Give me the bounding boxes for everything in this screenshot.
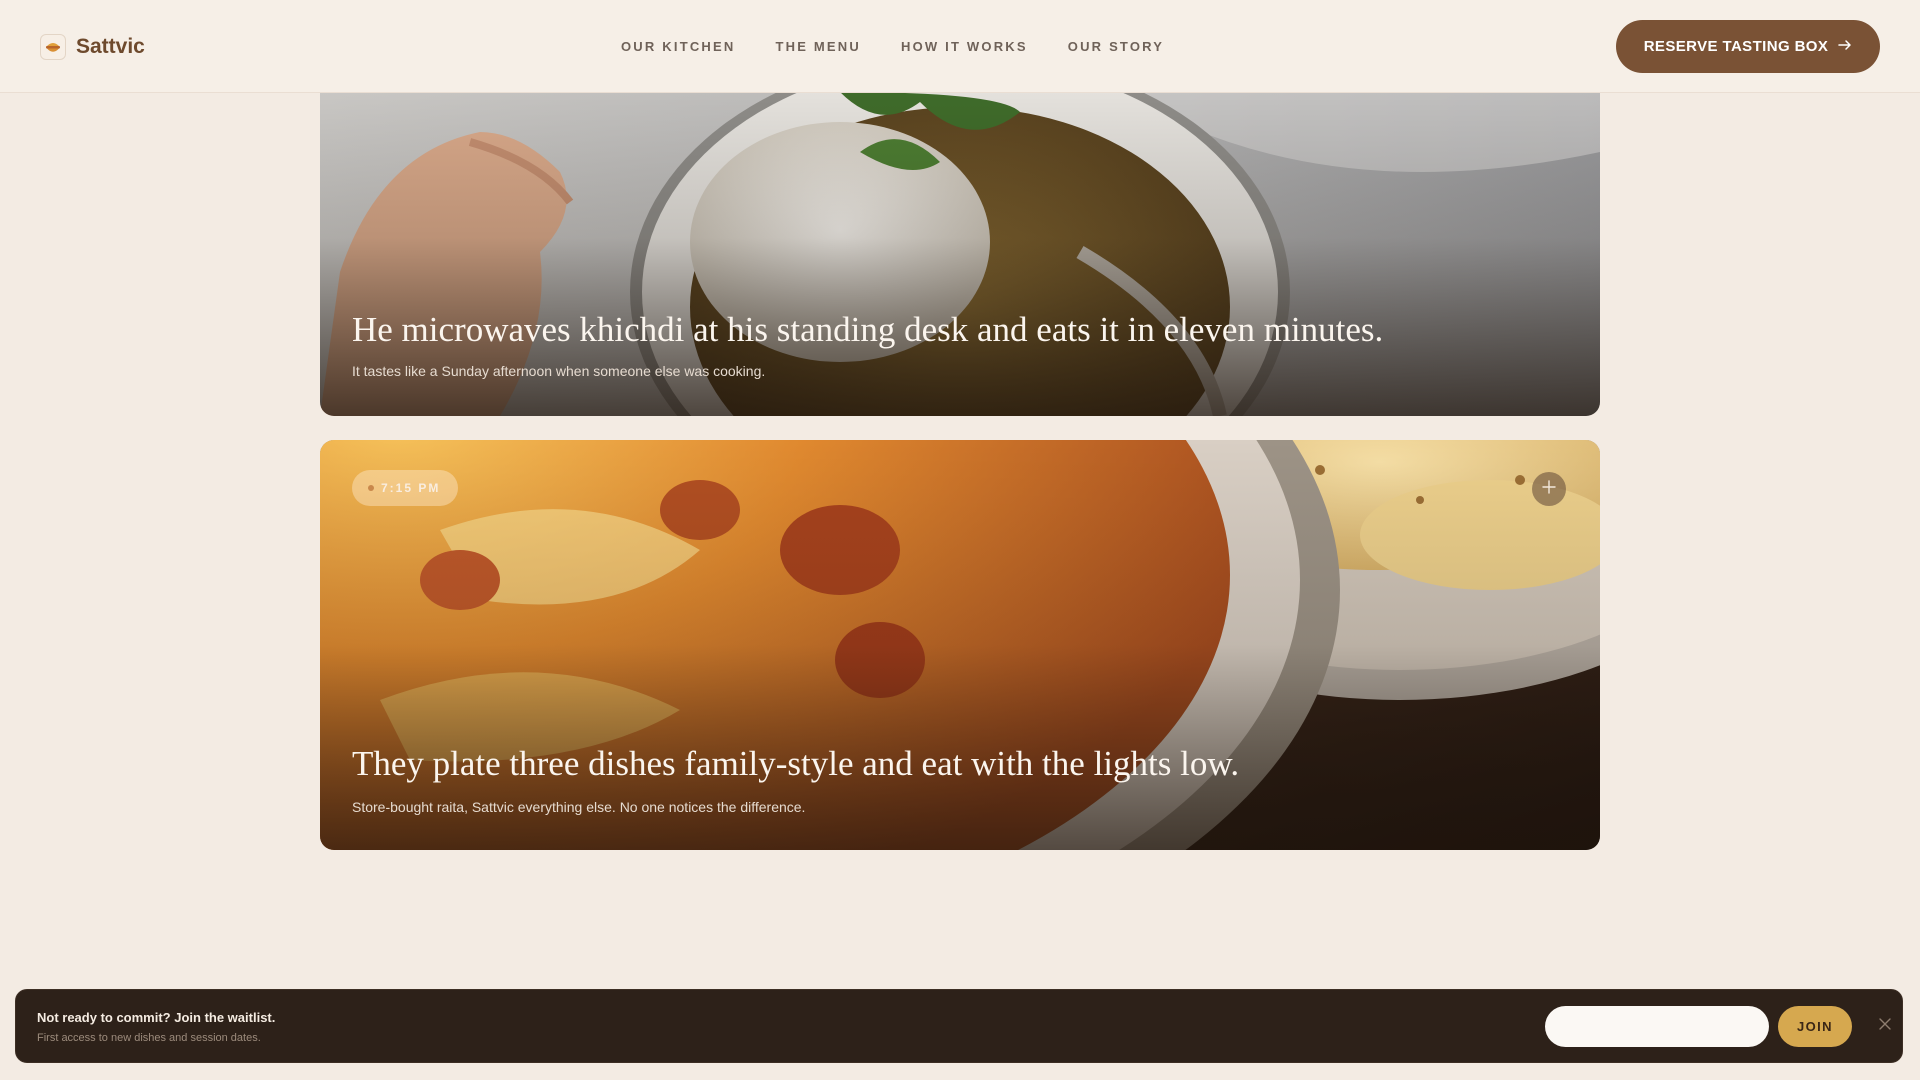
waitlist-email-input[interactable] xyxy=(1545,1006,1769,1047)
close-waitlist-button[interactable] xyxy=(1875,1016,1895,1036)
story-subtitle: Store-bought raita, Sattvic everything e… xyxy=(352,799,806,815)
close-icon xyxy=(1879,1017,1891,1035)
arrow-right-icon xyxy=(1838,38,1852,55)
join-waitlist-button[interactable]: JOIN xyxy=(1778,1006,1852,1047)
food-bowl-icon xyxy=(40,34,66,60)
brand-name: Sattvic xyxy=(76,35,145,58)
story-title: They plate three dishes family-style and… xyxy=(352,744,1240,783)
expand-story-button[interactable] xyxy=(1532,472,1566,506)
site-header: Sattvic OUR KITCHEN THE MENU HOW IT WORK… xyxy=(0,0,1920,93)
story-subtitle: It tastes like a Sunday afternoon when s… xyxy=(352,363,766,379)
story-title: He microwaves khichdi at his standing de… xyxy=(352,310,1384,349)
reserve-tasting-box-button[interactable]: RESERVE TASTING BOX xyxy=(1616,20,1880,73)
nav-item-our-kitchen[interactable]: OUR KITCHEN xyxy=(621,39,735,54)
waitlist-subtitle: First access to new dishes and session d… xyxy=(37,1032,261,1044)
time-label: 7:15 PM xyxy=(381,481,441,495)
nav-item-how-it-works[interactable]: HOW IT WORKS xyxy=(901,39,1028,54)
story-card-khichdi: He microwaves khichdi at his standing de… xyxy=(320,92,1600,416)
curry-naan-photo xyxy=(320,440,1600,850)
waitlist-bar: Not ready to commit? Join the waitlist. … xyxy=(15,989,1903,1063)
story-card-family-dinner: 7:15 PM They plate three dishes family-s… xyxy=(320,440,1600,850)
plus-icon xyxy=(1542,479,1556,499)
time-badge: 7:15 PM xyxy=(352,470,459,506)
nav-item-the-menu[interactable]: THE MENU xyxy=(775,39,861,54)
cta-label: RESERVE TASTING BOX xyxy=(1643,38,1829,55)
waitlist-title: Not ready to commit? Join the waitlist. xyxy=(37,1010,276,1025)
main-nav: OUR KITCHEN THE MENU HOW IT WORKS OUR ST… xyxy=(621,39,1204,54)
time-dot xyxy=(368,485,374,491)
brand[interactable]: Sattvic xyxy=(40,34,145,60)
nav-item-our-story[interactable]: OUR STORY xyxy=(1068,39,1164,54)
